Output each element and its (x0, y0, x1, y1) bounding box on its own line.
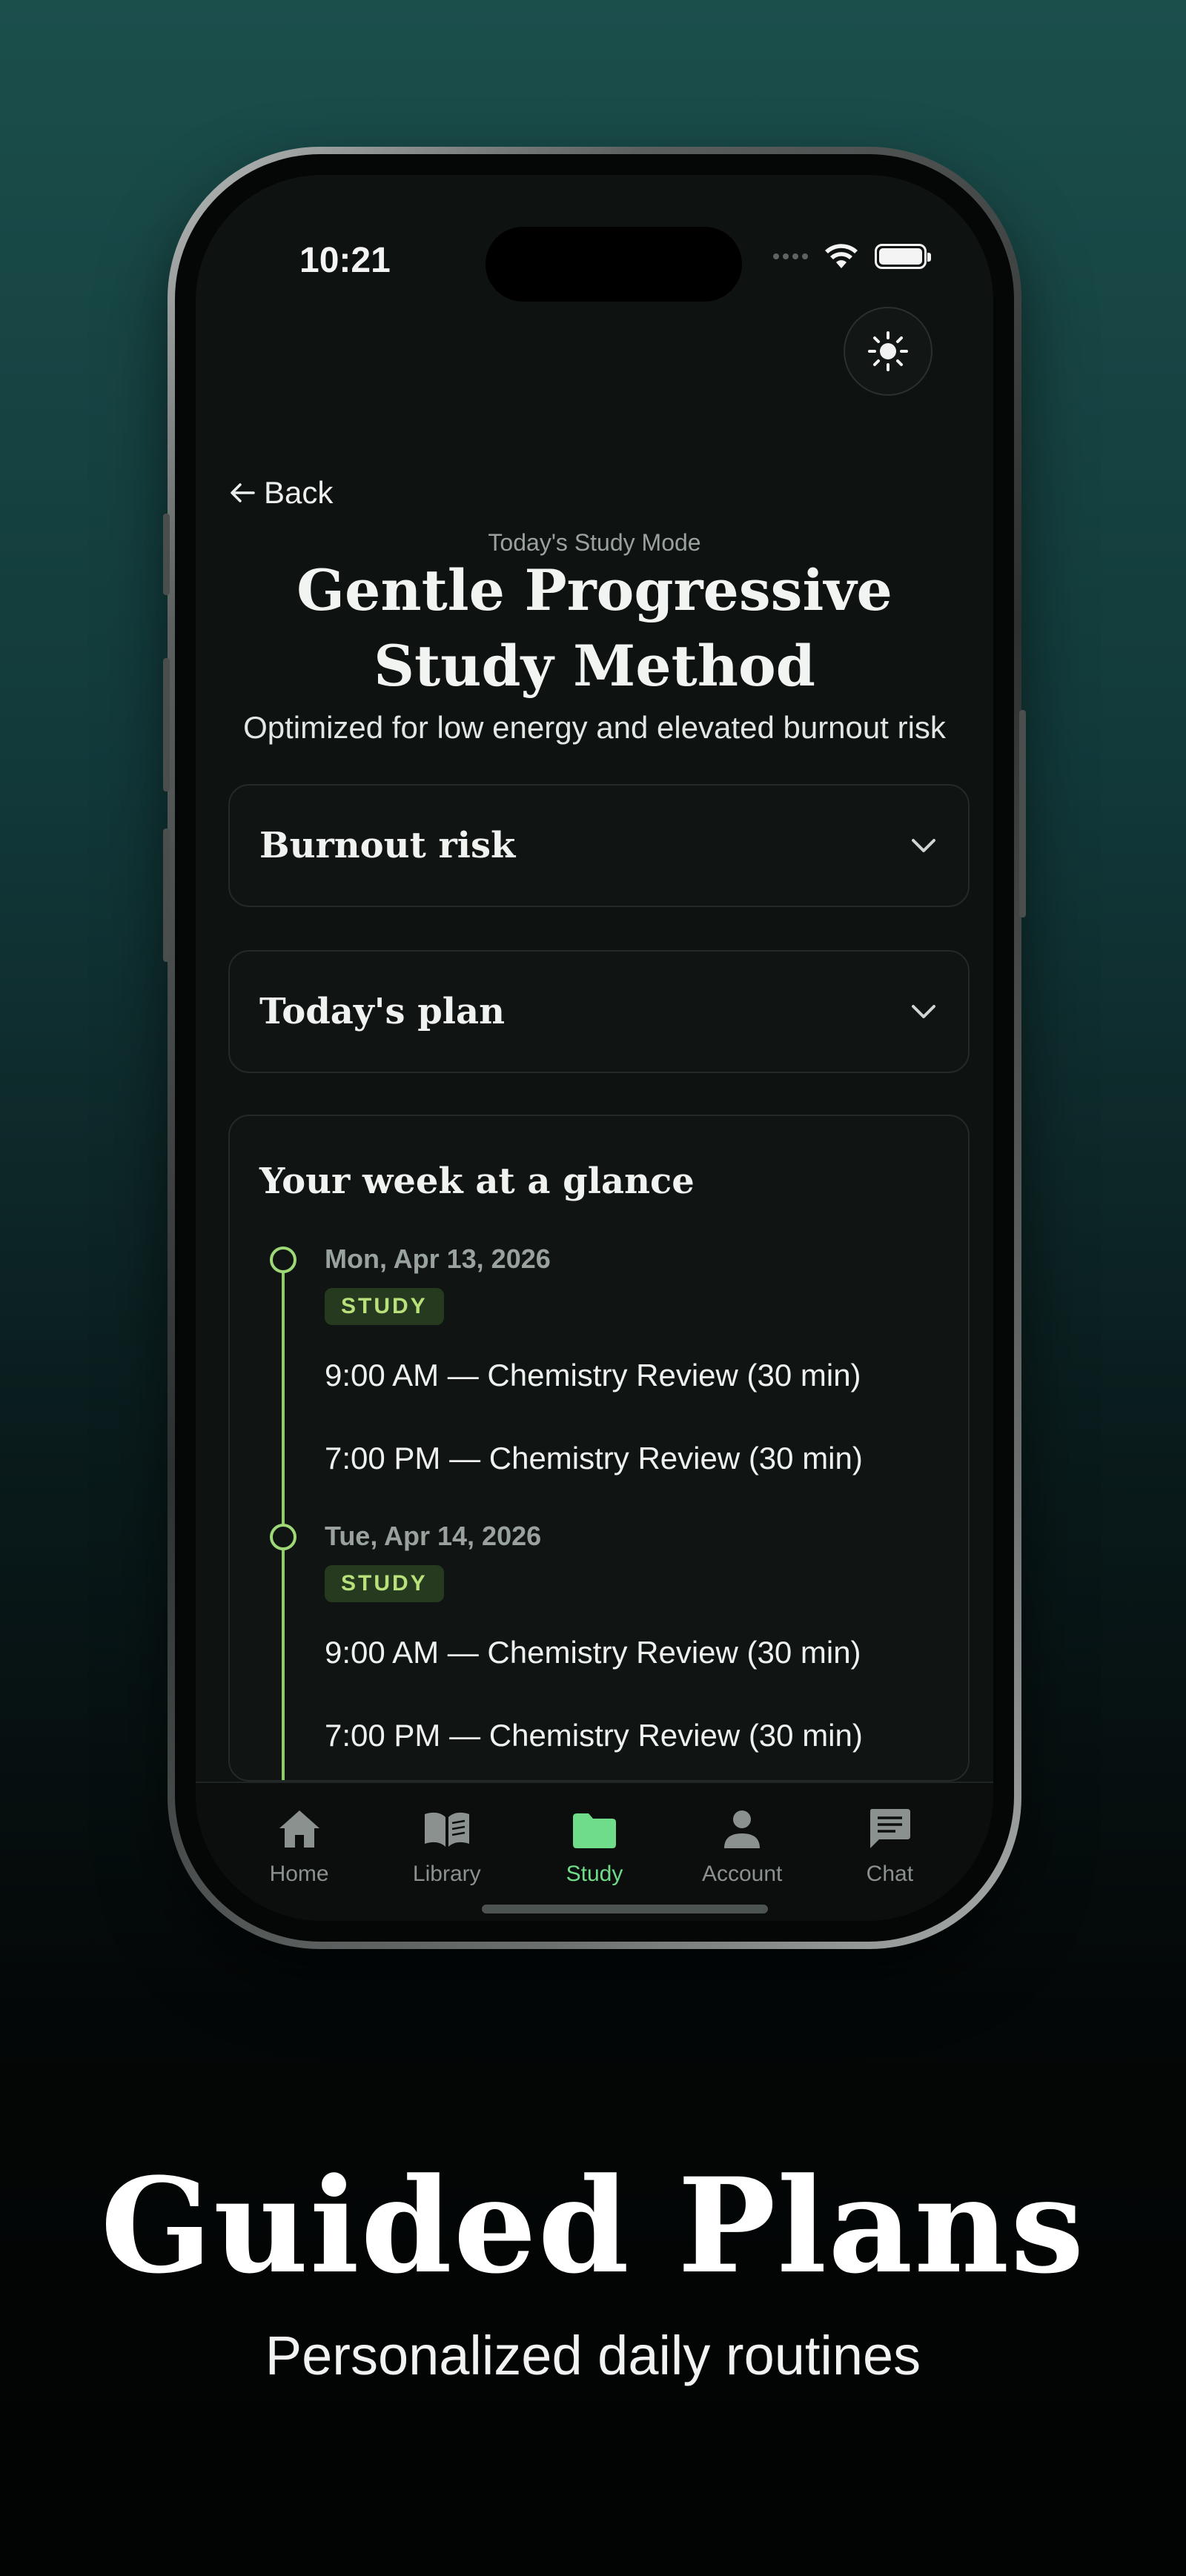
back-button[interactable]: Back (230, 475, 333, 511)
battery-icon (875, 244, 931, 269)
tab-chat-label: Chat (866, 1862, 914, 1886)
study-badge: STUDY (325, 1565, 444, 1602)
volume-down-button (163, 829, 170, 962)
tab-home[interactable]: Home (236, 1783, 362, 1921)
todays-plan-title: Today's plan (259, 991, 506, 1032)
timeline-day: Mon, Apr 13, 2026 STUDY 9:00 AM — Chemis… (259, 1244, 938, 1476)
tab-study-label: Study (566, 1862, 623, 1886)
title-line-2: Study Method (374, 633, 815, 699)
day-date: Tue, Apr 14, 2026 (325, 1521, 542, 1551)
caption-title: Guided Plans (100, 2149, 1086, 2303)
chevron-down-icon (912, 1005, 935, 1018)
week-glance-card: Your week at a glance Mon, Apr 13, 2026 … (228, 1115, 970, 1782)
phone-frame: 10:21 Back Today's Study Mode Gentle Pro… (163, 147, 1026, 1949)
book-icon (424, 1812, 469, 1847)
tab-library[interactable]: Library (384, 1783, 510, 1921)
dynamic-island (486, 227, 742, 302)
session-item: 7:00 PM — Chemistry Review (30 min) (325, 1441, 863, 1475)
volume-up-button (163, 658, 170, 791)
timeline-dot (270, 1246, 296, 1273)
burnout-risk-title: Burnout risk (259, 825, 516, 866)
page-title: Gentle Progressive Study Method (196, 553, 993, 704)
action-button (163, 514, 170, 595)
signal-icon (773, 253, 808, 259)
tab-library-label: Library (412, 1862, 481, 1886)
caption-subtitle: Personalized daily routines (265, 2325, 921, 2386)
sun-icon (868, 331, 908, 371)
back-label: Back (264, 475, 334, 510)
power-button (1019, 710, 1026, 917)
arrow-left-icon (231, 483, 255, 502)
day-date: Mon, Apr 13, 2026 (325, 1244, 551, 1274)
chat-icon (870, 1809, 911, 1848)
session-item: 9:00 AM — Chemistry Review (30 min) (325, 1635, 861, 1670)
week-timeline: Mon, Apr 13, 2026 STUDY 9:00 AM — Chemis… (259, 1244, 938, 1780)
status-icons (773, 243, 931, 270)
chevron-down-icon (912, 839, 935, 852)
person-icon (724, 1810, 761, 1848)
session-item: 9:00 AM — Chemistry Review (30 min) (325, 1358, 861, 1392)
title-line-1: Gentle Progressive (296, 557, 892, 623)
timeline-day: Tue, Apr 14, 2026 STUDY 9:00 AM — Chemis… (259, 1521, 938, 1753)
tab-account-label: Account (701, 1862, 783, 1886)
phone-screen: 10:21 Back Today's Study Mode Gentle Pro… (196, 175, 993, 1921)
wifi-icon (825, 244, 858, 268)
folder-icon (572, 1813, 616, 1848)
todays-plan-accordion[interactable]: Today's plan (228, 950, 970, 1073)
tab-bar: Home Library Study Account Chat (196, 1782, 993, 1921)
timeline-dot (270, 1524, 296, 1550)
home-icon (279, 1810, 319, 1848)
status-time: 10:21 (299, 241, 391, 280)
home-indicator[interactable] (482, 1905, 768, 1913)
tab-study[interactable]: Study (531, 1783, 657, 1921)
week-glance-title: Your week at a glance (259, 1161, 695, 1202)
tab-account[interactable]: Account (679, 1783, 805, 1921)
tab-home-label: Home (269, 1862, 329, 1886)
session-item: 7:00 PM — Chemistry Review (30 min) (325, 1718, 863, 1753)
burnout-risk-accordion[interactable]: Burnout risk (228, 784, 970, 907)
study-badge: STUDY (325, 1288, 444, 1325)
tab-chat[interactable]: Chat (826, 1783, 953, 1921)
page-subtitle: Optimized for low energy and elevated bu… (243, 710, 946, 745)
theme-toggle-button[interactable] (844, 307, 932, 396)
